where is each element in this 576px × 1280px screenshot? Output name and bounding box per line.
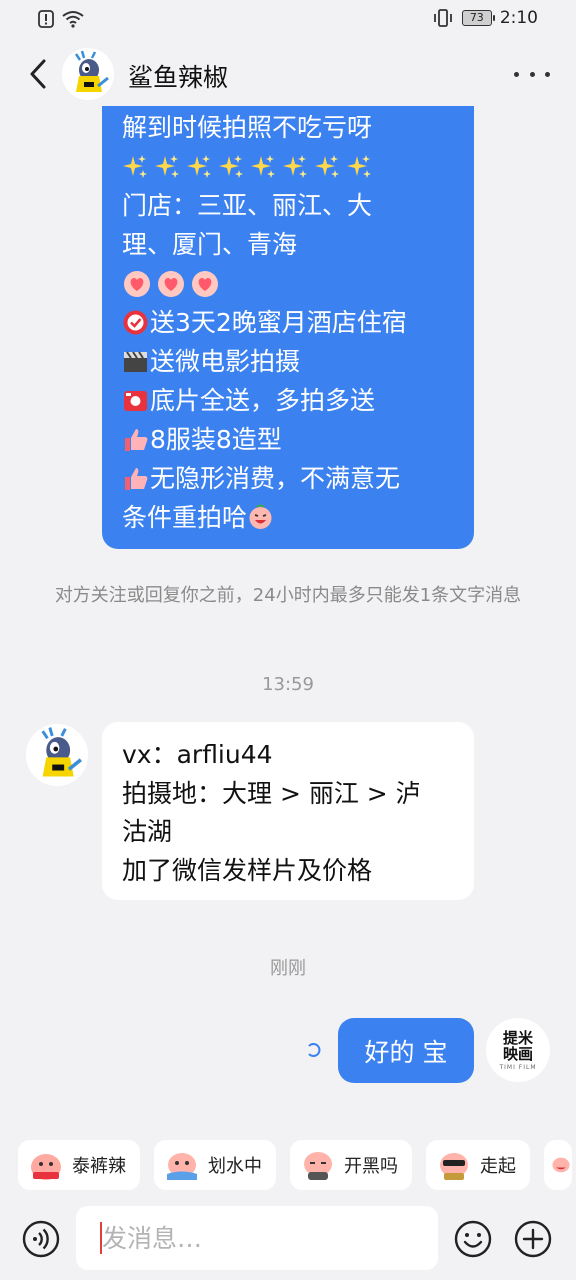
chat-area[interactable]: 解到时候拍照不吃亏呀 门店：三亚、丽江、大 理、厦门、青海 送3天2晚蜜月酒店住… <box>0 106 576 1116</box>
sparkles-icon <box>187 154 211 178</box>
emoji-picker-icon[interactable] <box>454 1220 492 1258</box>
message-line: 理、厦门、青海 <box>122 230 298 259</box>
sparkles-icon <box>251 154 275 178</box>
chevron-left-icon <box>30 59 46 89</box>
heart-face-icon <box>158 270 184 297</box>
alert-icon <box>38 10 54 28</box>
message-line-text: 无隐形消费，不满意无 <box>150 464 401 493</box>
message-line-text: 条件重拍哈 <box>122 503 248 532</box>
avatar-logo-text: 提米 <box>502 1028 533 1047</box>
avatar-logo-subtext: TIMI FILM <box>499 1063 537 1071</box>
thumbs-up-icon <box>125 429 148 451</box>
meme-face-icon <box>304 1152 332 1180</box>
message-line: 解到时候拍照不吃亏呀 <box>122 113 373 142</box>
quick-reply-chip[interactable]: 开黑吗 <box>290 1140 412 1190</box>
quick-reply-chip[interactable]: 泰裤辣 <box>18 1140 140 1190</box>
input-row <box>0 1206 576 1270</box>
status-bar: 73 2:10 <box>0 0 576 40</box>
message-line: 拍摄地：大理 > 丽江 > 泸 <box>122 778 421 808</box>
message-line: 条件重拍哈 <box>122 498 456 537</box>
clock: 2:10 <box>499 8 538 28</box>
meme-face-icon <box>31 1154 61 1180</box>
contact-name: 鲨鱼辣椒 <box>128 63 229 92</box>
film-roll-icon <box>124 391 147 411</box>
quick-reply-label: 划水中 <box>208 1156 262 1177</box>
message-line-text: 送3天2晚蜜月酒店住宿 <box>150 308 407 337</box>
meme-face-icon <box>167 1153 197 1180</box>
clapperboard-icon <box>124 351 147 372</box>
thumbs-up-icon <box>125 468 148 490</box>
quick-reply-label: 泰裤辣 <box>72 1156 126 1177</box>
quick-reply-chip-partial[interactable] <box>544 1140 572 1190</box>
sparkles-icon <box>123 154 147 178</box>
message-line: 无隐形消费，不满意无 <box>122 459 456 498</box>
back-button[interactable] <box>18 54 58 94</box>
cartoon-character-icon <box>62 48 114 100</box>
message-input[interactable] <box>76 1206 438 1270</box>
more-options-button[interactable] <box>514 60 550 88</box>
message-line: 送微电影拍摄 <box>122 342 456 381</box>
wifi-icon <box>62 11 84 28</box>
message-line: 送3天2晚蜜月酒店住宿 <box>122 303 456 342</box>
sparkles-emoji-row <box>122 147 456 186</box>
received-message-contact-info[interactable]: vx：arfliu44 拍摄地：大理 > 丽江 > 泸 沽湖 加了微信发样片及价… <box>102 722 474 900</box>
sparkles-icon <box>155 154 179 178</box>
chat-header: 鲨鱼辣椒 <box>0 44 576 106</box>
quick-reply-chip[interactable]: 走起 <box>426 1140 530 1190</box>
text-cursor <box>100 1222 102 1254</box>
message-line: 底片全送，多拍多送 <box>122 381 456 420</box>
meme-face-icon <box>440 1153 468 1180</box>
heart-hands-emoji-row <box>122 264 456 303</box>
message-line-text: 8服装8造型 <box>150 425 282 454</box>
quick-reply-row: 泰裤辣 划水中 开黑吗 走起 <box>18 1140 572 1190</box>
battery-indicator: 73 <box>461 10 495 26</box>
more-actions-plus-icon[interactable] <box>514 1220 552 1258</box>
vibrate-icon <box>433 9 452 27</box>
message-line: 加了微信发样片及价格 <box>122 855 373 885</box>
voice-input-icon[interactable] <box>22 1220 60 1258</box>
received-message-promo[interactable]: 解到时候拍照不吃亏呀 门店：三亚、丽江、大 理、厦门、青海 送3天2晚蜜月酒店住… <box>102 106 474 549</box>
more-dots-icon <box>514 71 519 77</box>
heart-face-icon <box>124 270 150 297</box>
quick-reply-chip[interactable]: 划水中 <box>154 1140 276 1190</box>
contact-avatar-small[interactable] <box>26 724 88 786</box>
sending-spinner-icon <box>308 1043 321 1057</box>
check-badge-icon <box>123 310 148 335</box>
sparkles-icon <box>315 154 339 178</box>
contact-avatar[interactable] <box>62 48 114 100</box>
message-line-text: 底片全送，多拍多送 <box>150 386 376 415</box>
sparkles-icon <box>347 154 371 178</box>
message-line-text: 送微电影拍摄 <box>150 347 301 376</box>
timestamp: 13:59 <box>262 674 314 695</box>
sparkles-icon <box>219 154 243 178</box>
cartoon-character-icon <box>26 724 88 786</box>
quick-reply-label: 走起 <box>480 1156 516 1177</box>
sparkles-icon <box>283 154 307 178</box>
meme-face-icon <box>552 1157 570 1173</box>
heart-face-icon <box>192 270 218 297</box>
timestamp: 刚刚 <box>270 958 306 979</box>
message-line: vx：arfliu44 <box>122 740 273 769</box>
message-line: 8服装8造型 <box>122 420 456 459</box>
laughing-face-icon <box>249 504 272 529</box>
messaging-limit-notice: 对方关注或回复你之前，24小时内最多只能发1条文字消息 <box>54 585 522 606</box>
quick-reply-label: 开黑吗 <box>344 1156 398 1177</box>
avatar-logo-text: 映画 <box>502 1044 533 1063</box>
message-line: 门店：三亚、丽江、大 <box>122 191 373 220</box>
my-avatar[interactable]: 提米 映画 TIMI FILM <box>486 1018 550 1082</box>
composer-panel: 泰裤辣 划水中 开黑吗 走起 <box>0 1120 576 1280</box>
message-line: 沽湖 <box>122 817 173 846</box>
sent-message[interactable]: 好的 宝 <box>338 1018 474 1083</box>
